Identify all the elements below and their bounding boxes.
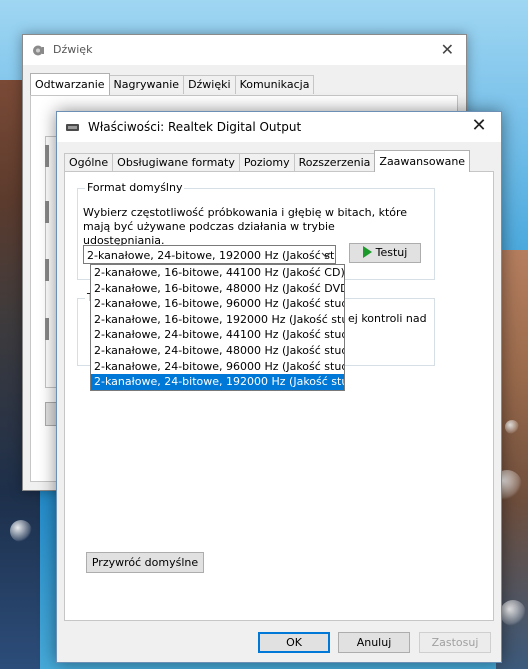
play-icon <box>362 246 372 258</box>
device-list-item[interactable] <box>45 318 49 340</box>
sound-window-tabs: Odtwarzanie Nagrywanie Dźwięki Komunikac… <box>30 73 315 95</box>
ok-button[interactable]: OK <box>258 632 330 653</box>
sound-window-title: Dźwięk <box>53 43 93 56</box>
tab-dzwieki[interactable]: Dźwięki <box>183 75 236 94</box>
exclusive-mode-text: ej kontroli nad <box>348 312 427 325</box>
default-format-legend: Format domyślny <box>85 181 185 194</box>
tab-nagrywanie[interactable]: Nagrywanie <box>108 75 185 94</box>
default-format-select[interactable]: 2-kanałowe, 24-bitowe, 192000 Hz (Jakość… <box>83 245 336 264</box>
dropdown-option[interactable]: 2-kanałowe, 16-bitowe, 44100 Hz (Jakość … <box>91 265 344 281</box>
close-icon[interactable]: ✕ <box>441 40 454 59</box>
tab-obslugiwane-formaty[interactable]: Obsługiwane formaty <box>112 153 240 172</box>
sound-window-titlebar[interactable]: Dźwięk ✕ <box>23 35 466 65</box>
format-dropdown-list[interactable]: 2-kanałowe, 16-bitowe, 44100 Hz (Jakość … <box>90 264 345 391</box>
format-description: Wybierz częstotliwość próbkowania i głęb… <box>83 206 408 247</box>
speaker-icon <box>32 44 46 60</box>
cancel-button[interactable]: Anuluj <box>338 632 410 653</box>
apply-button[interactable]: Zastosuj <box>419 632 491 653</box>
properties-window-titlebar[interactable]: Właściwości: Realtek Digital Output ✕ <box>57 112 501 142</box>
wallpaper-bubble <box>10 520 32 542</box>
dropdown-option[interactable]: 2-kanałowe, 16-bitowe, 192000 Hz (Jakość… <box>91 312 344 328</box>
properties-tabs: Ogólne Obsługiwane formaty Poziomy Rozsz… <box>64 150 471 172</box>
speaker-device-icon <box>66 121 80 133</box>
properties-window-title: Właściwości: Realtek Digital Output <box>88 120 302 134</box>
tab-komunikacja[interactable]: Komunikacja <box>234 75 315 94</box>
wallpaper-bubble <box>505 420 519 434</box>
test-button[interactable]: Testuj <box>349 243 421 263</box>
dropdown-option[interactable]: 2-kanałowe, 24-bitowe, 44100 Hz (Jakość … <box>91 327 344 343</box>
dropdown-option-selected[interactable]: 2-kanałowe, 24-bitowe, 192000 Hz (Jakość… <box>91 374 344 390</box>
dropdown-option[interactable]: 2-kanałowe, 24-bitowe, 96000 Hz (Jakość … <box>91 359 344 375</box>
tab-zaawansowane[interactable]: Zaawansowane <box>374 150 471 172</box>
close-icon[interactable]: ✕ <box>467 115 491 136</box>
tab-rozszerzenia[interactable]: Rozszerzenia <box>293 153 376 172</box>
tab-poziomy[interactable]: Poziomy <box>238 153 295 172</box>
tab-ogolne[interactable]: Ogólne <box>64 153 114 172</box>
device-list-item[interactable] <box>45 201 49 223</box>
chevron-down-icon <box>321 246 331 263</box>
tab-odtwarzanie[interactable]: Odtwarzanie <box>30 73 110 95</box>
test-button-label: Testuj <box>375 246 408 259</box>
default-format-value: 2-kanałowe, 24-bitowe, 192000 Hz (Jakość… <box>87 249 335 262</box>
wallpaper-bubble <box>500 600 526 626</box>
dropdown-option[interactable]: 2-kanałowe, 16-bitowe, 48000 Hz (Jakość … <box>91 281 344 297</box>
dropdown-option[interactable]: 2-kanałowe, 24-bitowe, 48000 Hz (Jakość … <box>91 343 344 359</box>
restore-defaults-button[interactable]: Przywróć domyślne <box>86 552 204 573</box>
device-list-item[interactable] <box>45 259 49 281</box>
dropdown-option[interactable]: 2-kanałowe, 16-bitowe, 96000 Hz (Jakość … <box>91 296 344 312</box>
device-list-item[interactable] <box>45 145 49 167</box>
